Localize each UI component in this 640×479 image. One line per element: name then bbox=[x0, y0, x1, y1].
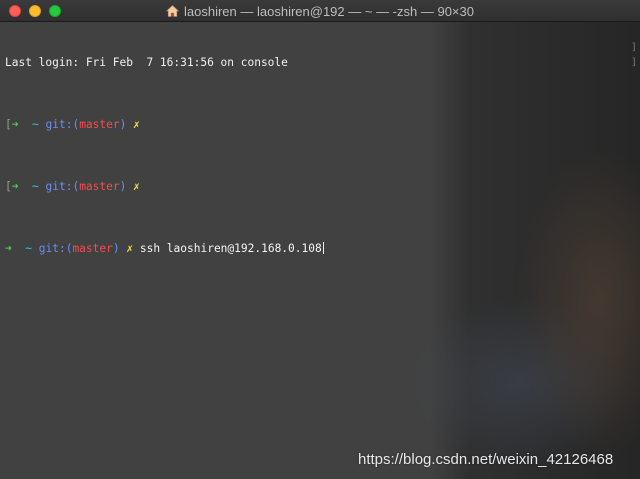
terminal-content[interactable]: Last login: Fri Feb 7 16:31:56 on consol… bbox=[0, 22, 640, 479]
command-input[interactable]: ssh laoshiren@192.168.0.108 bbox=[140, 242, 322, 255]
close-paren: ) bbox=[112, 242, 120, 255]
close-paren: ) bbox=[119, 180, 127, 193]
dirty-mark: ✗ bbox=[133, 180, 140, 193]
terminal-output[interactable]: Last login: Fri Feb 7 16:31:56 on consol… bbox=[5, 24, 324, 288]
prompt-directory: ~ bbox=[31, 180, 39, 193]
right-bracket-mark: ] bbox=[631, 42, 638, 53]
git-label: git: bbox=[38, 242, 66, 255]
terminal-window: laoshiren — laoshiren@192 — ~ — -zsh — 9… bbox=[0, 0, 640, 479]
prompt-bracket: [ bbox=[5, 180, 12, 193]
close-paren: ) bbox=[119, 118, 127, 131]
prompt-arrow: ➜ bbox=[11, 118, 19, 131]
git-label: git: bbox=[45, 180, 73, 193]
last-login-line: Last login: Fri Feb 7 16:31:56 on consol… bbox=[5, 56, 288, 69]
prompt-line: [➜ ~ git:(master) ✗ bbox=[5, 117, 324, 133]
watermark-text: https://blog.csdn.net/weixin_42126468 bbox=[358, 451, 614, 468]
prompt-directory: ~ bbox=[31, 118, 39, 131]
window-title-area: laoshiren — laoshiren@192 — ~ — -zsh — 9… bbox=[0, 0, 640, 22]
prompt-line-current[interactable]: ➜ ~ git:(master) ✗ ssh laoshiren@192.168… bbox=[5, 241, 324, 257]
git-label: git: bbox=[45, 118, 73, 131]
prompt-bracket: [ bbox=[5, 118, 12, 131]
git-branch: master bbox=[79, 118, 120, 131]
prompt-arrow: ➜ bbox=[11, 180, 19, 193]
prompt-arrow: ➜ bbox=[5, 242, 12, 255]
dirty-mark: ✗ bbox=[133, 118, 140, 131]
text-cursor bbox=[322, 242, 324, 254]
window-title: laoshiren — laoshiren@192 — ~ — -zsh — 9… bbox=[184, 3, 474, 19]
dirty-mark: ✗ bbox=[126, 242, 134, 255]
prompt-line: [➜ ~ git:(master) ✗ bbox=[5, 179, 324, 195]
right-bracket-mark: ] bbox=[631, 57, 638, 68]
home-icon bbox=[166, 5, 180, 17]
git-branch: master bbox=[79, 180, 120, 193]
git-branch: master bbox=[72, 242, 113, 255]
title-bar[interactable]: laoshiren — laoshiren@192 — ~ — -zsh — 9… bbox=[0, 0, 640, 22]
prompt-directory: ~ bbox=[25, 242, 32, 255]
